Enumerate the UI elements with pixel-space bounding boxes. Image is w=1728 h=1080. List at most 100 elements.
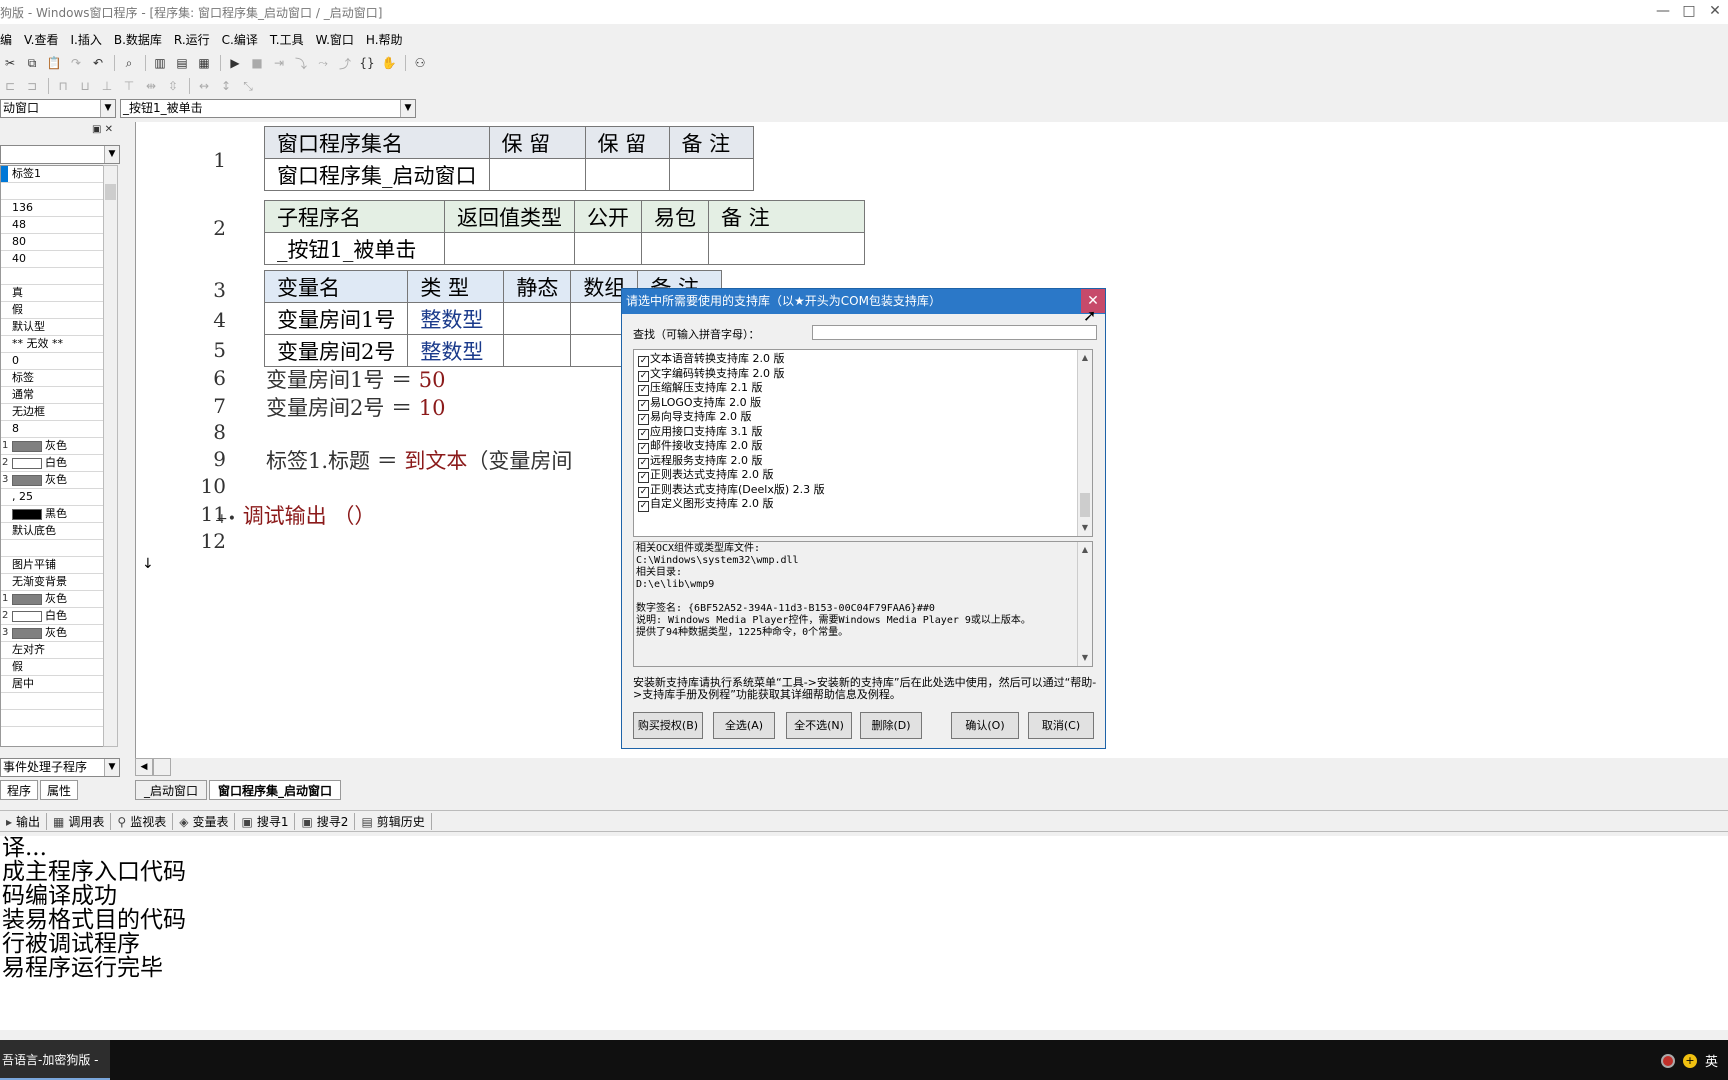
breakpoint-icon[interactable]: {} — [357, 54, 377, 72]
tab-variables[interactable]: ◈ 变量表 — [173, 812, 236, 830]
scroll-thumb[interactable] — [153, 758, 171, 776]
table-cell[interactable] — [641, 232, 709, 265]
chevron-down-icon[interactable]: ▼ — [400, 100, 415, 117]
taskbar-app[interactable]: 吾语言-加密狗版 - ... — [0, 1040, 110, 1080]
code-line-6[interactable]: 变量房间1号 ＝ 50 — [266, 364, 445, 394]
tab-call-table[interactable]: ▦ 调用表 — [47, 812, 112, 830]
property-row[interactable]: 无渐变背景 — [1, 574, 105, 591]
step-icon[interactable]: ⇥ — [269, 54, 289, 72]
list-scrollbar[interactable]: ▲ ▼ — [1077, 350, 1092, 536]
align-bottom-icon[interactable]: ⊔ — [75, 77, 95, 95]
menu-database[interactable]: B.数据库 — [114, 31, 162, 48]
menu-help[interactable]: H.帮助 — [366, 31, 403, 48]
property-row[interactable]: 3 灰色 — [1, 625, 105, 642]
align-center-icon[interactable]: ⊐ — [22, 77, 42, 95]
scroll-thumb[interactable] — [105, 184, 116, 200]
space-horizontal-icon[interactable]: ⇹ — [141, 77, 161, 95]
hand-icon[interactable]: ✋ — [379, 54, 399, 72]
library-checkbox[interactable]: ✓ — [638, 472, 649, 483]
library-checkbox[interactable]: ✓ — [638, 399, 649, 411]
buy-license-button[interactable]: 购买授权(B) — [633, 712, 703, 739]
property-row[interactable]: 8 — [1, 421, 105, 438]
select-all-button[interactable]: 全选(A) — [713, 712, 775, 739]
layout-split-icon[interactable]: ▥ — [150, 54, 170, 72]
tab-assembly[interactable]: 窗口程序集_启动窗口 — [209, 780, 342, 800]
library-checkbox[interactable]: ✓ — [638, 457, 649, 469]
table-cell[interactable] — [708, 232, 865, 265]
property-row[interactable]: 标签 — [1, 370, 105, 387]
table-cell[interactable] — [574, 232, 642, 265]
property-row[interactable] — [1, 710, 105, 727]
ime-indicator[interactable]: 英 — [1705, 1051, 1718, 1070]
menu-compile[interactable]: C.编译 — [222, 31, 258, 48]
copy-icon[interactable]: ⧉ — [22, 54, 42, 72]
property-row[interactable] — [1, 540, 105, 557]
same-height-icon[interactable]: ↕ — [216, 77, 236, 95]
output-pane[interactable]: 译... 成主程序入口代码 码编译成功 装易格式目的代码 行被调试程序 易程序运… — [0, 836, 1728, 1030]
scroll-down-icon[interactable]: ▼ — [1078, 521, 1092, 535]
window-combo[interactable]: 动窗口 ▼ — [0, 99, 116, 118]
property-row[interactable]: 136 — [1, 200, 105, 217]
find-icon[interactable]: ⌕ — [119, 54, 139, 72]
table-cell[interactable]: 整数型 — [407, 334, 505, 367]
component-combo[interactable]: ▼ — [0, 145, 120, 164]
library-checkbox[interactable]: ✓ — [638, 385, 649, 396]
table-cell[interactable]: 变量房间2号 — [263, 334, 409, 367]
event-combo[interactable]: 事件处理子程序 ▼ — [0, 758, 120, 777]
property-row[interactable]: 假 — [1, 659, 105, 676]
property-row[interactable]: 标签1 — [1, 166, 105, 183]
search-input[interactable] — [812, 325, 1097, 340]
redo-icon[interactable]: ↷ — [66, 54, 86, 72]
library-checkbox[interactable]: ✓ — [638, 356, 649, 367]
chevron-down-icon[interactable]: ▼ — [104, 759, 119, 776]
same-width-icon[interactable]: ↔ — [194, 77, 214, 95]
menu-run[interactable]: R.运行 — [174, 31, 210, 48]
chevron-down-icon[interactable]: ▼ — [104, 146, 119, 163]
tab-watch[interactable]: ⚲ 监视表 — [111, 812, 174, 830]
table-cell[interactable]: _按钮1_被单击 — [264, 232, 445, 265]
layout-rows-icon[interactable]: ▤ — [172, 54, 192, 72]
tab-program[interactable]: 程序 — [0, 780, 39, 800]
property-row[interactable] — [1, 693, 105, 710]
align-middle-icon[interactable]: ⊥ — [97, 77, 117, 95]
code-line-9[interactable]: 标签1.标题 ＝ 到文本（变量房间 — [266, 445, 572, 475]
stop-icon[interactable]: ■ — [247, 54, 267, 72]
table-cell[interactable]: 窗口程序集_启动窗口 — [264, 158, 490, 191]
property-row[interactable] — [1, 183, 105, 200]
record-icon[interactable] — [1660, 1053, 1675, 1068]
scroll-left-icon[interactable]: ◀ — [135, 758, 153, 776]
library-checkbox[interactable]: ✓ — [638, 414, 649, 425]
property-row[interactable]: 1 灰色 — [1, 591, 105, 608]
undo-icon[interactable]: ↶ — [88, 54, 108, 72]
tab-clip-history[interactable]: ▤ 剪辑历史 — [355, 812, 432, 830]
library-item[interactable]: ✓ 自定义图形支持库 2.0 版 — [638, 497, 774, 513]
tab-start-window[interactable]: _启动窗口 — [135, 780, 208, 800]
binoculars-icon[interactable]: ⚇ — [410, 54, 430, 72]
property-row[interactable]: 真 — [1, 285, 105, 302]
menu-edit[interactable]: 编 — [0, 31, 12, 48]
property-row[interactable]: 80 — [1, 234, 105, 251]
library-checkbox[interactable]: ✓ — [638, 443, 649, 454]
align-top-icon[interactable]: ⊓ — [53, 77, 73, 95]
property-row[interactable]: , 25 — [1, 489, 105, 506]
layout-grid-icon[interactable]: ▦ — [194, 54, 214, 72]
scroll-up-icon[interactable]: ▲ — [1078, 351, 1092, 365]
space-vertical-icon[interactable]: ⇳ — [163, 77, 183, 95]
tab-output[interactable]: ▸ 输出 — [0, 812, 48, 830]
tab-search1[interactable]: ▣ 搜寻1 — [235, 812, 296, 830]
library-checkbox[interactable]: ✓ — [638, 370, 649, 382]
maximize-button[interactable]: □ — [1676, 0, 1702, 24]
property-row[interactable]: 2 白色 — [1, 608, 105, 625]
property-scrollbar[interactable] — [103, 165, 118, 747]
cut-icon[interactable]: ✂ — [0, 54, 20, 72]
scroll-thumb[interactable] — [1080, 493, 1090, 517]
table-cell[interactable] — [503, 334, 572, 367]
property-row[interactable]: 1 灰色 — [1, 438, 105, 455]
tab-search2[interactable]: ▣ 搜寻2 — [295, 812, 356, 830]
property-row[interactable]: 居中 — [1, 676, 105, 693]
add-icon[interactable]: + — [1682, 1053, 1697, 1068]
property-row[interactable]: 40 — [1, 251, 105, 268]
property-row[interactable]: 无边框 — [1, 404, 105, 421]
property-row[interactable]: 3 灰色 — [1, 472, 105, 489]
property-row[interactable]: 默认型 — [1, 319, 105, 336]
